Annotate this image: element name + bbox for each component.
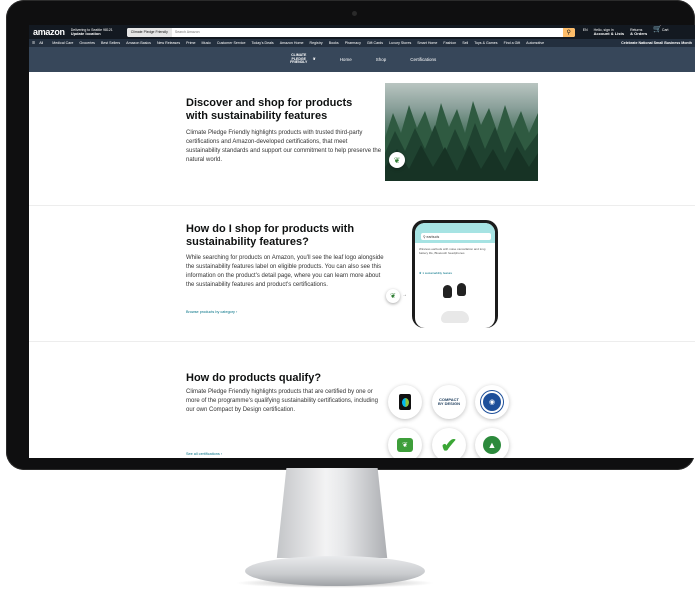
- nav-item[interactable]: Gift Cards: [367, 41, 383, 45]
- discover-section: Discover and shop for products with sust…: [29, 72, 695, 204]
- forest-trees: [385, 101, 538, 181]
- green-square-certification[interactable]: ❦: [388, 428, 422, 458]
- account-menu[interactable]: Hello, sign in Account & Lists: [594, 28, 624, 36]
- nav-item[interactable]: Amazon Basics: [126, 41, 151, 45]
- browse-by-category-link[interactable]: Browse products by category ›: [186, 310, 237, 314]
- earbud-image: [443, 285, 452, 298]
- nav-item[interactable]: Find a Gift: [504, 41, 521, 45]
- deliver-to[interactable]: Delivering to Seattle 98121 Update locat…: [71, 28, 113, 36]
- search-input[interactable]: [171, 27, 563, 37]
- discover-body: Climate Pledge Friendly highlights produ…: [186, 130, 382, 163]
- compact-by-design-certification[interactable]: COMPACT BY DESIGN: [432, 385, 466, 419]
- header-right: EN Hello, sign in Account & Lists Returns…: [583, 26, 669, 36]
- climate-pledge-logo[interactable]: CLIMATE PLEDGE FRIENDLY ❦: [288, 53, 316, 65]
- how-to-shop-title: How do I shop for products with sustaina…: [186, 223, 355, 248]
- qualify-section: How do products qualify? Climate Pledge …: [29, 341, 695, 458]
- returns-orders[interactable]: Returns & Orders: [630, 28, 647, 36]
- fairtrade-icon: [399, 394, 411, 410]
- see-all-certifications-link[interactable]: See all certifications ›: [186, 452, 222, 456]
- earbud-case-image: [441, 311, 469, 323]
- update-location: Update location: [70, 31, 101, 36]
- nav-item[interactable]: Smart Home: [417, 41, 437, 45]
- nav-item[interactable]: Best Sellers: [101, 41, 120, 45]
- subnav-certifications[interactable]: Certifications: [410, 57, 436, 62]
- nav-item[interactable]: Sell: [462, 41, 468, 45]
- monitor-stand-neck: [276, 468, 388, 558]
- nav-item[interactable]: Luxury Stores: [389, 41, 411, 45]
- blue-seal-certification[interactable]: ◉: [475, 385, 509, 419]
- cart-icon: 🛒: [653, 26, 662, 33]
- tree-icon: ▲: [483, 436, 501, 454]
- leaf-icon: ❦: [389, 152, 405, 168]
- tree-seal-certification[interactable]: ▲: [475, 428, 509, 458]
- nav-item[interactable]: Registry: [310, 41, 323, 45]
- cart-button[interactable]: 🛒Cart: [653, 26, 668, 36]
- nav-item[interactable]: Prime: [186, 41, 195, 45]
- subnav-home[interactable]: Home: [340, 57, 352, 62]
- phone-product-text: Wireless earbuds with noise cancellation…: [419, 247, 486, 255]
- phone-mockup: ⚲ earbuds Wireless earbuds with noise ca…: [412, 220, 498, 328]
- search-department-select[interactable]: Climate Pledge Friendly: [126, 27, 172, 37]
- nav-item[interactable]: Medical Care: [52, 41, 73, 45]
- how-to-shop-body: While searching for products on Amazon, …: [186, 255, 384, 288]
- leaf-icon: ❦: [312, 56, 316, 61]
- nav-item[interactable]: Groceries: [79, 41, 95, 45]
- nav-item[interactable]: Automotive: [526, 41, 544, 45]
- discover-title: Discover and shop for products with sust…: [186, 97, 353, 122]
- search-icon[interactable]: ⚲: [562, 27, 575, 37]
- nav-item[interactable]: Fashion: [443, 41, 456, 45]
- qualify-title: How do products qualify?: [186, 372, 322, 384]
- climate-pledge-subnav: CLIMATE PLEDGE FRIENDLY ❦ Home Shop Cert…: [29, 47, 695, 72]
- nav-item[interactable]: Amazon Home: [280, 41, 304, 45]
- phone-sustainability-label[interactable]: ❦ 1 sustainability feature: [419, 271, 452, 275]
- all-menu[interactable]: ☰ All: [32, 41, 46, 45]
- green-leaf-icon: ❦: [397, 438, 413, 452]
- qualify-body: Climate Pledge Friendly highlights produ…: [186, 389, 378, 413]
- nav-item[interactable]: Pharmacy: [345, 41, 361, 45]
- how-to-shop-section: How do I shop for products with sustaina…: [29, 205, 695, 341]
- nav-item[interactable]: Music: [202, 41, 211, 45]
- amazon-logo[interactable]: amazon: [33, 27, 65, 37]
- subnav-shop[interactable]: Shop: [376, 57, 387, 62]
- nav-item[interactable]: Today's Deals: [251, 41, 273, 45]
- nav-item[interactable]: Customer Service: [217, 41, 246, 45]
- amazon-header: amazon Delivering to Seattle 98121 Updat…: [29, 25, 695, 39]
- compact-by-design-label: COMPACT BY DESIGN: [438, 396, 460, 406]
- search-bar: Climate Pledge Friendly ⚲: [126, 27, 575, 37]
- blue-seal-icon: ◉: [481, 391, 503, 413]
- checkmark-certification[interactable]: ✔: [432, 428, 466, 458]
- monitor-stand-base: [245, 556, 425, 586]
- phone-screen: ⚲ earbuds Wireless earbuds with noise ca…: [415, 223, 495, 328]
- forest-image: [385, 83, 538, 181]
- nav-bar: ☰ All Medical Care Groceries Best Seller…: [29, 39, 695, 47]
- language-selector[interactable]: EN: [583, 28, 588, 36]
- webcam: [352, 11, 357, 16]
- monitor-bezel: amazon Delivering to Seattle 98121 Updat…: [6, 0, 695, 470]
- nav-item[interactable]: New Releases: [157, 41, 180, 45]
- nav-item[interactable]: Toys & Games: [474, 41, 497, 45]
- nav-promo[interactable]: Celebrate National Small Business Month: [621, 41, 692, 45]
- nav-item[interactable]: Books: [329, 41, 339, 45]
- fairtrade-certification[interactable]: [388, 385, 422, 419]
- browser-screen: amazon Delivering to Seattle 98121 Updat…: [29, 25, 695, 458]
- earbud-image: [457, 283, 466, 296]
- arrow-icon: →: [402, 292, 407, 298]
- checkmark-icon: ✔: [440, 434, 458, 457]
- phone-search-input[interactable]: ⚲ earbuds: [421, 233, 491, 240]
- leaf-icon: ❦: [386, 289, 400, 303]
